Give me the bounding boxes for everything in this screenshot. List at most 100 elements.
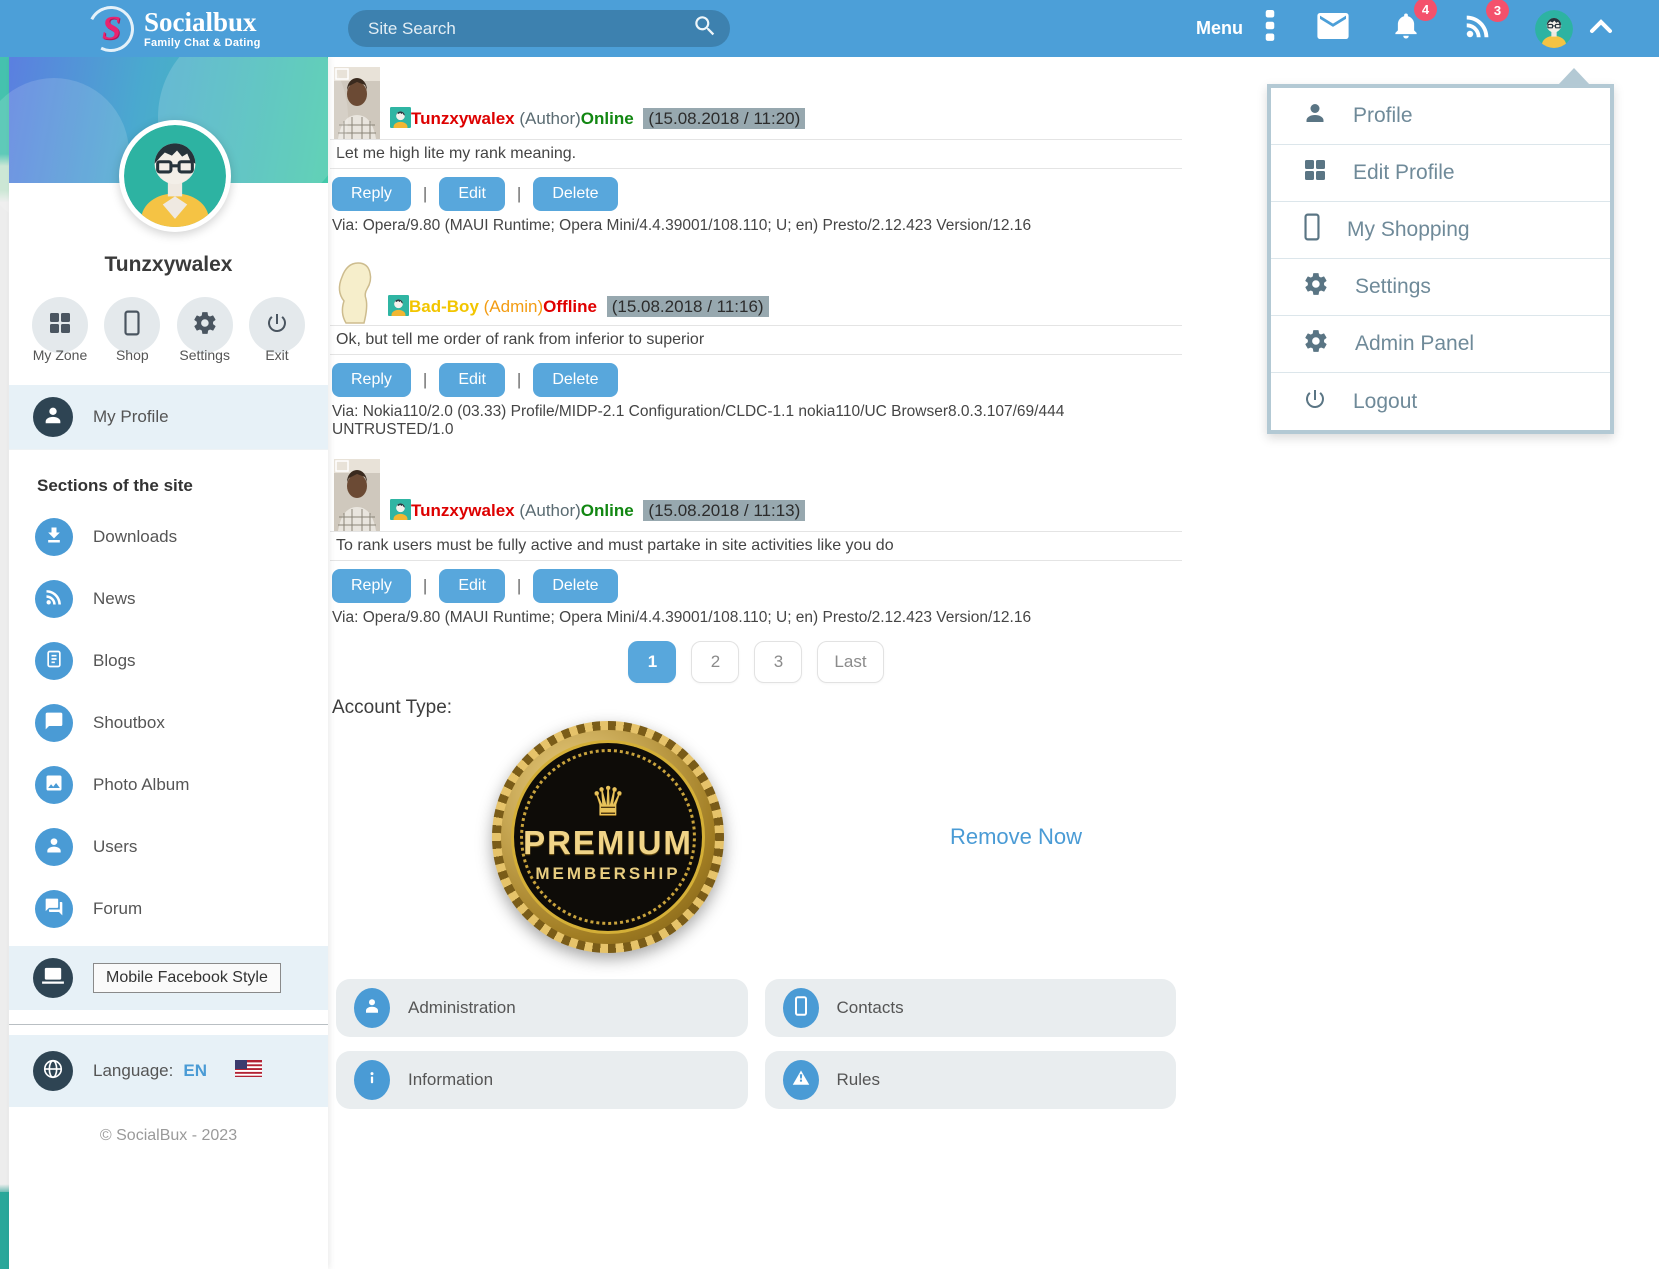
user-photo[interactable] xyxy=(334,459,380,531)
photo-icon xyxy=(44,773,64,798)
delete-button[interactable]: Delete xyxy=(533,569,618,603)
notifications-button[interactable]: 4 xyxy=(1391,0,1437,47)
menu-item-label: Admin Panel xyxy=(1355,332,1475,355)
quick-action-exit[interactable]: Exit xyxy=(246,297,308,363)
feeds-button[interactable]: 3 xyxy=(1463,0,1509,46)
edit-button[interactable]: Edit xyxy=(439,177,505,211)
menu-item-logout[interactable]: Logout xyxy=(1271,373,1610,430)
header-avatar[interactable] xyxy=(1535,9,1573,48)
sidebar-item-my-profile[interactable]: My Profile xyxy=(9,385,328,451)
box-rules[interactable]: Rules xyxy=(764,1051,1176,1109)
globe-icon xyxy=(42,1058,64,1085)
messages-button[interactable] xyxy=(1317,13,1349,44)
warning-icon xyxy=(792,1069,810,1092)
site-search xyxy=(348,10,730,47)
edit-button[interactable]: Edit xyxy=(439,569,505,603)
chevron-up-icon[interactable] xyxy=(1589,18,1613,39)
copyright: © SocialBux - 2023 xyxy=(99,1127,238,1145)
phone-icon xyxy=(121,310,143,341)
post-timestamp: (15.08.2018 / 11:13) xyxy=(643,500,806,521)
search-input[interactable] xyxy=(368,18,692,39)
phone-icon xyxy=(794,995,808,1021)
quick-action-my-zone[interactable]: My Zone xyxy=(29,297,91,363)
sidebar-item-style: Mobile Facebook Style xyxy=(9,946,328,1011)
menu-button[interactable]: Menu xyxy=(1196,10,1275,47)
power-icon xyxy=(1303,387,1327,417)
action-separator: | xyxy=(422,576,428,595)
page-button-3[interactable]: 3 xyxy=(754,641,803,683)
post-via: Via: Opera/9.80 (MAUI Runtime; Opera Min… xyxy=(332,217,1032,234)
menu-item-label: Edit Profile xyxy=(1353,161,1455,184)
box-information[interactable]: Information xyxy=(336,1051,748,1109)
chat-bubble-icon xyxy=(44,711,64,736)
feed-count-badge: 3 xyxy=(1486,0,1509,22)
sidebar-item-shoutbox[interactable]: Shoutbox xyxy=(9,692,328,754)
menu-item-admin-panel[interactable]: Admin Panel xyxy=(1271,316,1610,373)
post-author[interactable]: Tunzxywalex xyxy=(411,109,515,128)
sidebar-item-downloads[interactable]: Downloads xyxy=(9,506,328,568)
search-icon[interactable] xyxy=(692,13,718,44)
menu-item-edit-profile[interactable]: Edit Profile xyxy=(1271,145,1610,202)
gear-icon xyxy=(1303,328,1329,360)
language-value[interactable]: EN xyxy=(183,1061,207,1081)
menu-item-label: My Shopping xyxy=(1347,218,1470,241)
brand-logo[interactable]: S Socialbux Family Chat & Dating xyxy=(82,0,261,58)
post-via: Via: Opera/9.80 (MAUI Runtime; Opera Min… xyxy=(332,609,1032,626)
sidebar-item-label: Blogs xyxy=(93,651,136,671)
menu-item-label: Profile xyxy=(1353,104,1413,127)
quick-action-settings[interactable]: Settings xyxy=(174,297,236,363)
account-type-label: Account Type: xyxy=(332,697,453,718)
sidebar-item-label: My Profile xyxy=(93,407,169,427)
user-photo[interactable] xyxy=(334,255,378,325)
page-button-2[interactable]: 2 xyxy=(691,641,740,683)
box-label: Administration xyxy=(408,998,516,1017)
profile-dropdown-menu: Profile Edit Profile My Shopping Setting… xyxy=(1267,68,1614,434)
menu-item-profile[interactable]: Profile xyxy=(1271,88,1610,145)
rss-icon xyxy=(44,587,64,612)
sidebar-item-blogs[interactable]: Blogs xyxy=(9,630,328,692)
dropdown-arrow xyxy=(1558,68,1590,85)
menu-item-label: Settings xyxy=(1355,275,1431,298)
blog-icon xyxy=(44,649,64,674)
us-flag-icon[interactable] xyxy=(235,1060,262,1082)
menu-item-settings[interactable]: Settings xyxy=(1271,259,1610,316)
quick-action-label: My Zone xyxy=(32,347,88,363)
delete-button[interactable]: Delete xyxy=(533,177,618,211)
box-contacts[interactable]: Contacts xyxy=(764,979,1176,1037)
action-separator: | xyxy=(516,184,522,203)
box-administration[interactable]: Administration xyxy=(336,979,748,1037)
info-icon xyxy=(363,1069,381,1092)
quick-action-label: Settings xyxy=(179,347,230,363)
footer-links: Administration Contacts Information Rule… xyxy=(336,979,1176,1109)
quick-action-shop[interactable]: Shop xyxy=(101,297,163,363)
page-button-1[interactable]: 1 xyxy=(628,641,677,683)
reply-button[interactable]: Reply xyxy=(332,177,411,211)
sidebar-item-users[interactable]: Users xyxy=(9,816,328,878)
post-author[interactable]: Tunzxywalex xyxy=(411,501,515,520)
delete-button[interactable]: Delete xyxy=(533,363,618,397)
page-button-last[interactable]: Last xyxy=(817,641,884,683)
sidebar-item-news[interactable]: News xyxy=(9,568,328,630)
envelope-icon xyxy=(1317,13,1349,44)
admin-user-icon xyxy=(363,997,381,1020)
badge-subtitle: MEMBERSHIP xyxy=(535,864,681,883)
edit-button[interactable]: Edit xyxy=(439,363,505,397)
post-status: Online xyxy=(580,501,634,520)
pagination: 1 2 3 Last xyxy=(330,641,1182,683)
post-author[interactable]: Bad-Boy xyxy=(409,297,479,316)
laptop-icon xyxy=(42,966,64,991)
reply-button[interactable]: Reply xyxy=(332,569,411,603)
badge-title: PREMIUM xyxy=(523,824,693,861)
menu-item-my-shopping[interactable]: My Shopping xyxy=(1271,202,1610,259)
sections-title: Sections of the site xyxy=(37,476,193,496)
post-role: (Admin) xyxy=(483,297,544,316)
reply-button[interactable]: Reply xyxy=(332,363,411,397)
sidebar-item-photo-album[interactable]: Photo Album xyxy=(9,754,328,816)
mobile-facebook-style-button[interactable]: Mobile Facebook Style xyxy=(93,963,281,994)
main-content: Tunzxywalex (Author)Online (15.08.2018 /… xyxy=(328,57,1184,1109)
remove-now-link[interactable]: Remove Now xyxy=(950,824,1082,850)
sidebar-item-forum[interactable]: Forum xyxy=(9,878,328,940)
forum-post: Tunzxywalex (Author)Online (15.08.2018 /… xyxy=(330,61,1182,235)
profile-avatar[interactable] xyxy=(119,120,231,232)
user-mini-avatar-icon xyxy=(390,107,411,128)
